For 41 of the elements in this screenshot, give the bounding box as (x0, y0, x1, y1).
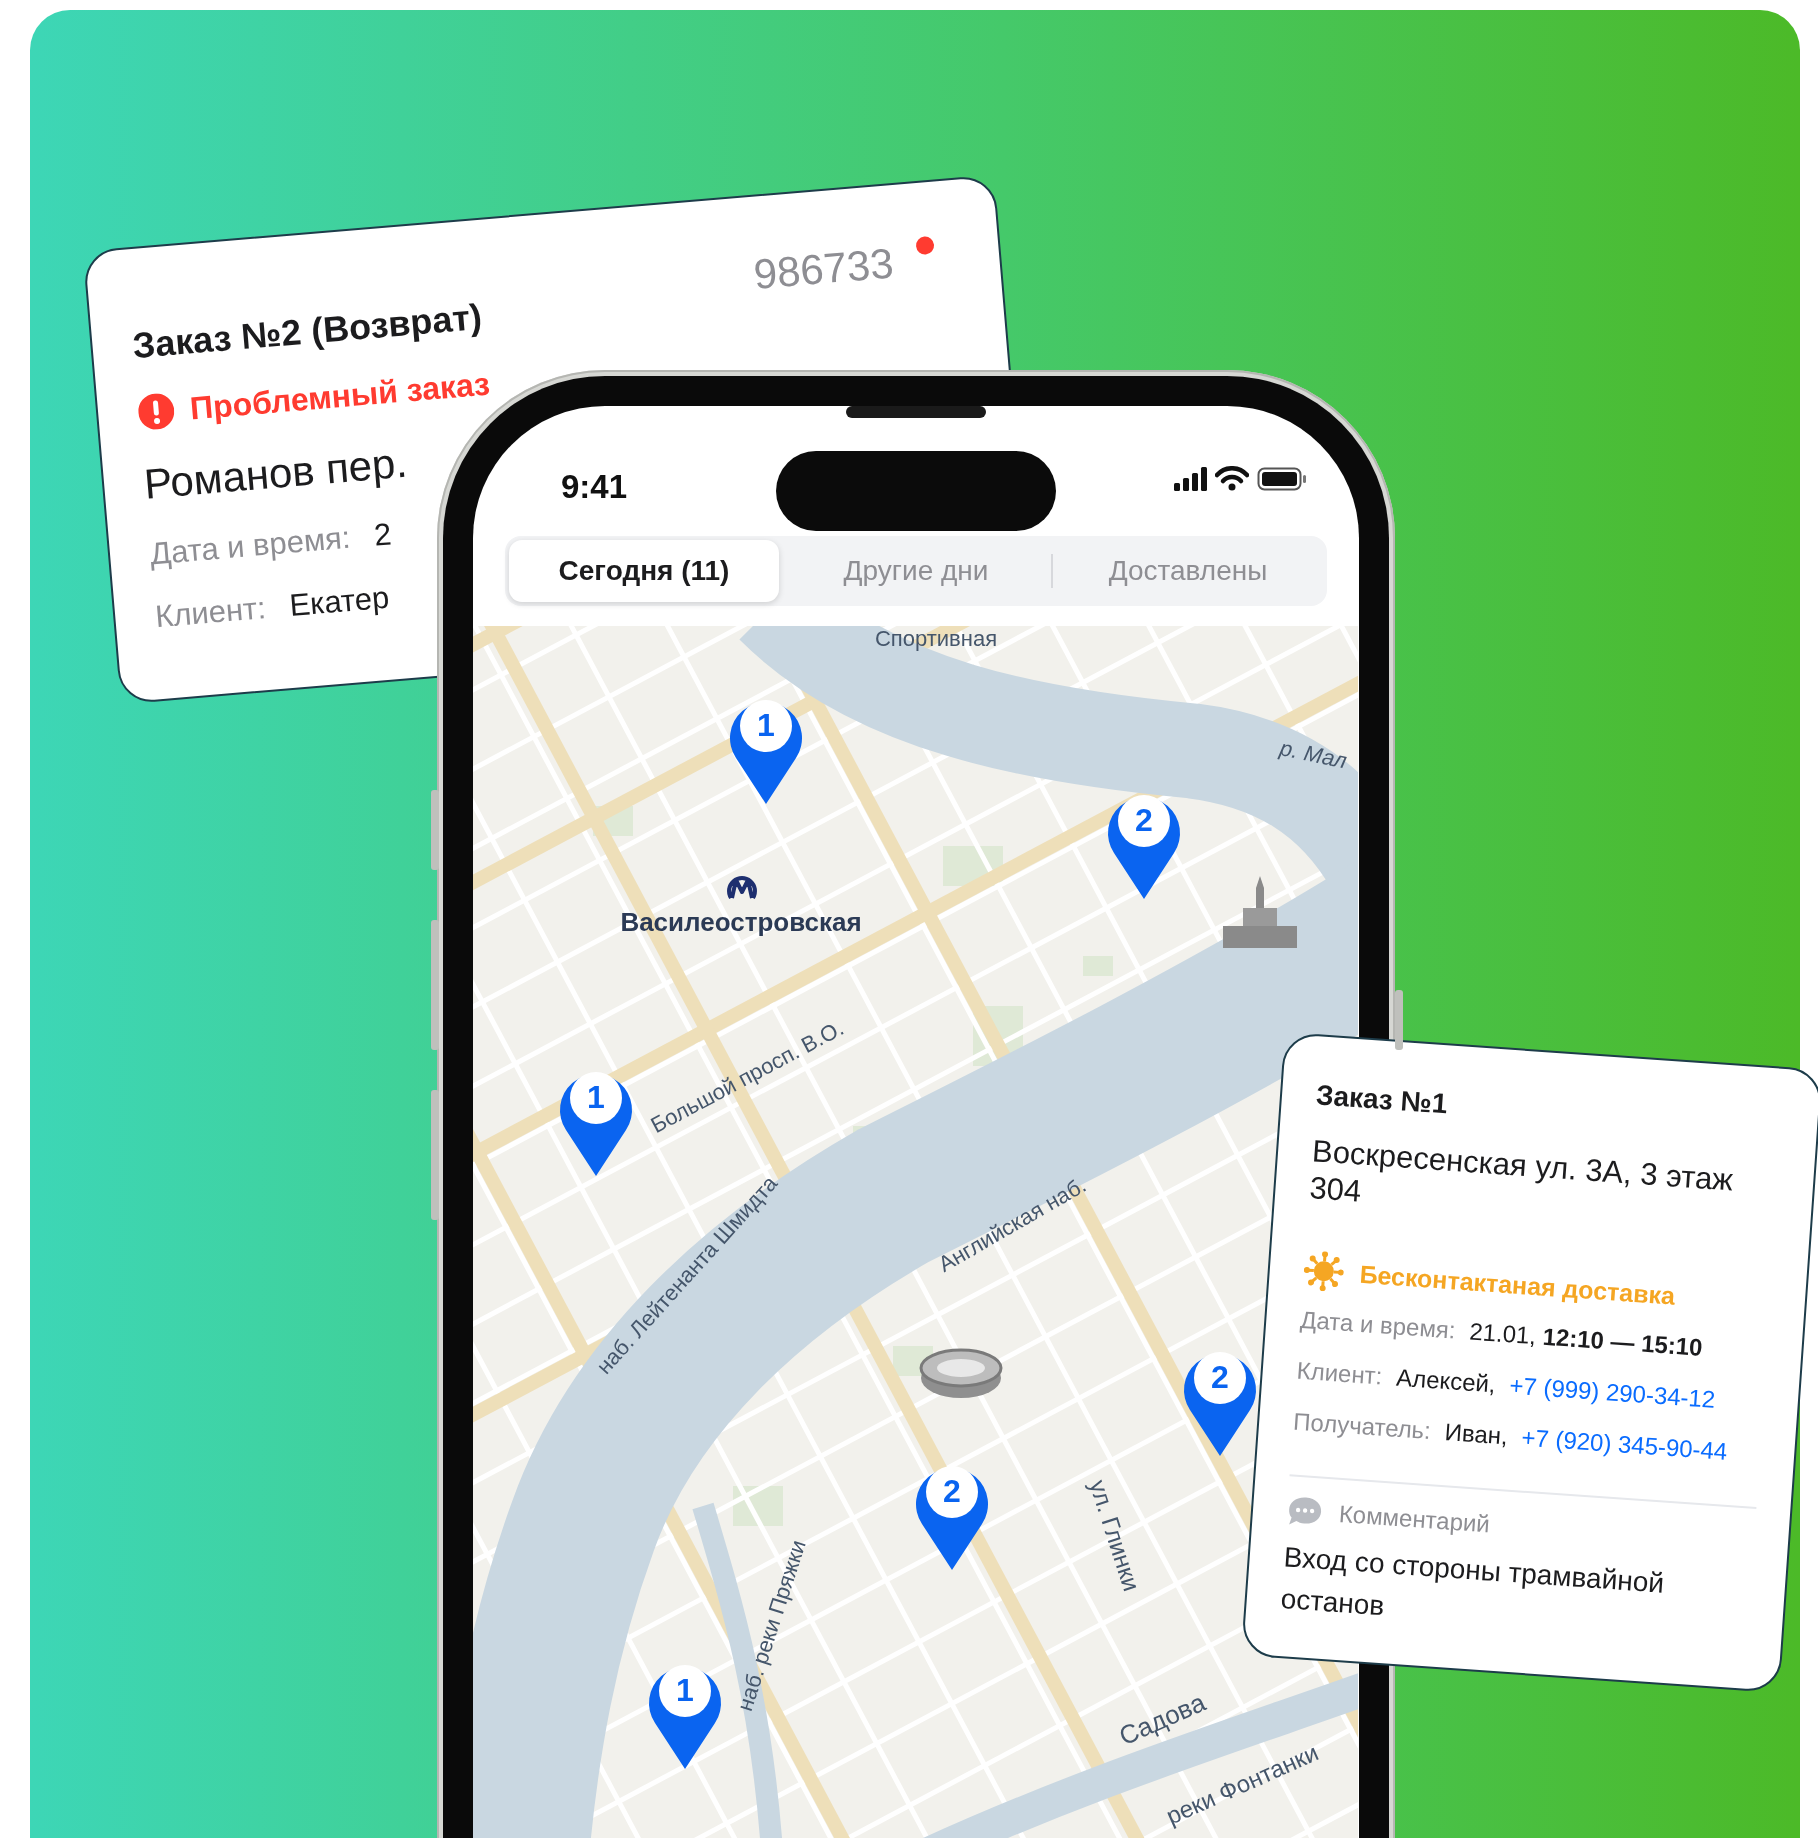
tab[interactable]: Другие дни (781, 540, 1051, 602)
field-label: Дата и время: (148, 518, 353, 574)
field-value: Иван, (1443, 1418, 1509, 1450)
battery-icon (1257, 466, 1307, 491)
field-value: Екатер (287, 578, 391, 625)
map-pin[interactable]: 1 (649, 1665, 721, 1769)
street-label: Спортивная (874, 626, 998, 651)
map-pin[interactable]: 1 (730, 700, 802, 804)
tab[interactable]: Сегодня (11) (509, 540, 779, 602)
address-text: Воскресенская ул. 3А, 3 этаж 304 (1308, 1132, 1736, 1211)
metro-icon (727, 876, 757, 900)
field-label: Клиент: (1295, 1356, 1384, 1390)
signal-icon (1174, 466, 1207, 491)
map-pin[interactable]: 1 (560, 1072, 632, 1176)
map-pin[interactable]: 2 (1108, 795, 1180, 899)
wifi-icon (1215, 466, 1249, 491)
tab[interactable]: Доставлены (1053, 540, 1323, 602)
metro-station-label: Василеостровская (620, 906, 862, 937)
field-label: Получатель: (1292, 1407, 1432, 1445)
stadium-icon (919, 1348, 1003, 1398)
comment-text: Вход со стороны трамвайной останов (1279, 1539, 1667, 1623)
virus-icon (1302, 1250, 1346, 1293)
order-title: Заказ №1 (1314, 1078, 1450, 1122)
map-pin[interactable]: 2 (916, 1466, 988, 1570)
field-value: Алексей, (1395, 1363, 1497, 1398)
phone-number: +7 (999) 290-34-12 (1508, 1371, 1717, 1415)
street-label: наб. реки Пряжки (732, 1536, 811, 1714)
field-value: 2 (372, 515, 394, 555)
map-pin[interactable]: 2 (1184, 1352, 1256, 1456)
street-label: ул. Глинки (1084, 1476, 1146, 1595)
street-label: р. Мал (1277, 735, 1349, 774)
status-time: 9:41 (561, 467, 628, 507)
field-label: Клиент: (153, 588, 268, 636)
order-number: 986733 (751, 238, 897, 300)
phone-number: +7 (920) 345-90-44 (1520, 1423, 1729, 1467)
field-value: 21.01, 12:10 — 15:10 (1468, 1317, 1704, 1362)
address-text: Романов пер. (141, 437, 410, 510)
building-icon (1223, 876, 1297, 948)
comment-label: Комментарий (1337, 1498, 1492, 1540)
alert-icon (136, 392, 176, 431)
status-dot-icon (915, 235, 935, 256)
